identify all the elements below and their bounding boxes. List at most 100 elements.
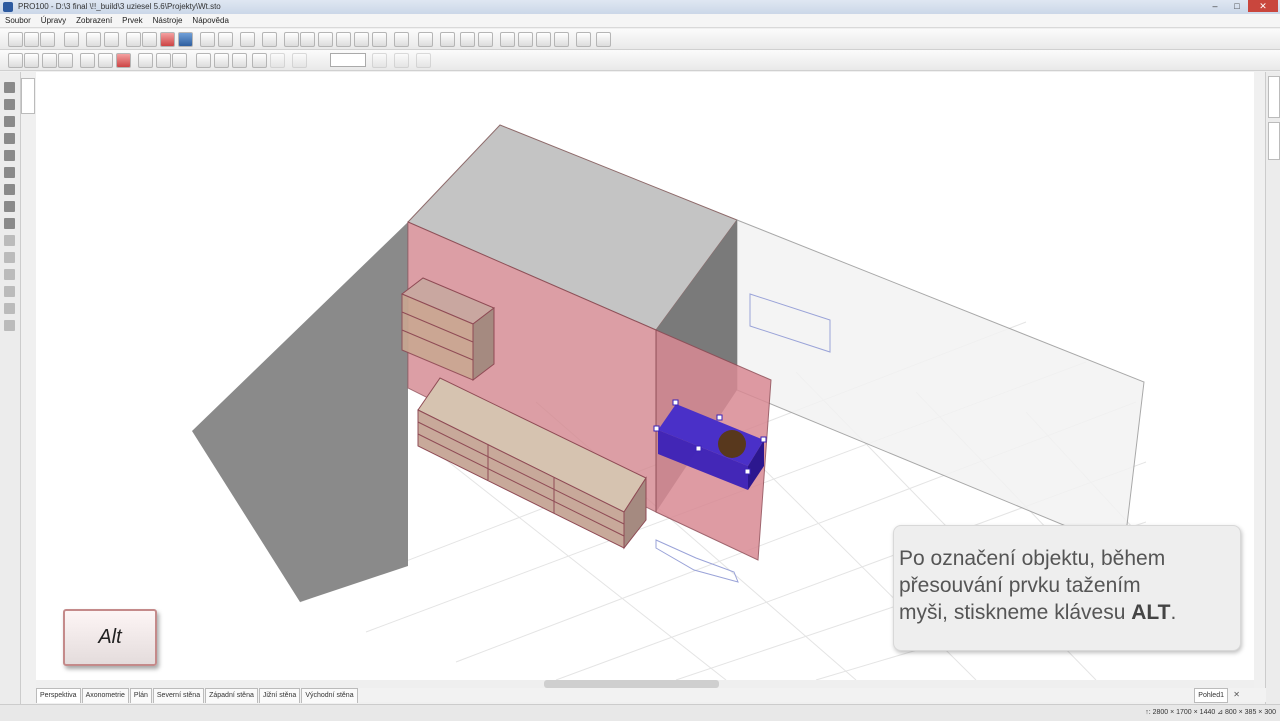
light-icon[interactable] [156, 53, 171, 68]
scroll-thumb[interactable] [544, 680, 719, 688]
camera-icon[interactable] [172, 53, 187, 68]
window-icon[interactable] [240, 32, 255, 47]
window-controls: – □ ✕ [1204, 0, 1278, 12]
library-tab[interactable] [1268, 76, 1280, 118]
door-icon[interactable] [4, 235, 15, 246]
left-wall[interactable] [192, 222, 408, 602]
view-left-icon[interactable] [24, 53, 39, 68]
tab-perspektiva[interactable]: Perspektiva [36, 688, 81, 703]
handle-icon[interactable] [4, 269, 15, 280]
pan-left-icon[interactable] [372, 53, 387, 68]
menu-prvek[interactable]: Prvek [117, 14, 147, 27]
delete-icon[interactable] [160, 32, 175, 47]
view-front-icon[interactable] [8, 53, 23, 68]
center-icon[interactable] [536, 32, 551, 47]
copy-icon[interactable] [126, 32, 141, 47]
zoom-out-icon[interactable] [270, 53, 285, 68]
rotate-icon[interactable] [418, 32, 433, 47]
globe-icon[interactable] [178, 32, 193, 47]
box-icon[interactable] [116, 53, 131, 68]
ungroup-icon[interactable] [336, 32, 351, 47]
snap-icon[interactable] [232, 53, 247, 68]
paste-icon[interactable] [142, 32, 157, 47]
layout-icon[interactable] [262, 32, 277, 47]
view-label[interactable]: Pohled1 [1194, 688, 1228, 703]
menu-soubor[interactable]: Soubor [0, 14, 36, 27]
zoom-select[interactable] [330, 53, 366, 67]
leg-icon[interactable] [4, 286, 15, 297]
cube-icon[interactable] [4, 303, 15, 314]
measure-tool-icon[interactable] [4, 167, 15, 178]
maximize-button[interactable]: □ [1226, 0, 1248, 12]
pencil-icon[interactable] [4, 133, 15, 144]
save-icon[interactable] [40, 32, 55, 47]
view-tabs: Perspektiva Axonometrie Plán Severní stě… [36, 688, 1266, 703]
view-3d-icon[interactable] [58, 53, 73, 68]
instruction-callout: Po označení objektu, během přesouvání pr… [893, 525, 1241, 651]
zoom-in-icon[interactable] [292, 53, 307, 68]
group-icon[interactable] [318, 32, 333, 47]
menu-zobrazeni[interactable]: Zobrazení [71, 14, 117, 27]
close-button[interactable]: ✕ [1248, 0, 1278, 12]
reset-icon[interactable] [518, 32, 533, 47]
callout-line-3: myši, stiskneme klávesu [899, 601, 1132, 624]
texture-icon[interactable] [138, 53, 153, 68]
pointer-icon[interactable] [4, 82, 15, 93]
open-icon[interactable] [24, 32, 39, 47]
right-panel-tabs [1265, 72, 1280, 712]
pricelist-tab[interactable] [1268, 122, 1280, 160]
tab-zapadni-stena[interactable]: Západní stěna [205, 688, 258, 703]
wire-icon[interactable] [98, 53, 113, 68]
print-preview-icon[interactable] [86, 32, 101, 47]
shade-icon[interactable] [80, 53, 95, 68]
horizontal-scrollbar[interactable] [36, 680, 1254, 688]
status-bar: ↑: 2800 × 1700 × 1440 ⊿ 800 × 385 × 300 [0, 704, 1280, 721]
sum-icon[interactable] [354, 32, 369, 47]
wall-icon[interactable] [4, 184, 15, 195]
cut-icon[interactable] [104, 32, 119, 47]
shelf-icon[interactable] [4, 218, 15, 229]
grid-toggle-icon[interactable] [196, 53, 211, 68]
select-icon[interactable] [440, 32, 455, 47]
settings-icon[interactable] [596, 32, 611, 47]
menu-upravy[interactable]: Úpravy [36, 14, 71, 27]
callout-line-1: Po označení objektu, během [899, 547, 1166, 570]
distribute-icon[interactable] [300, 32, 315, 47]
tab-jizni-stena[interactable]: Jižní stěna [258, 688, 301, 703]
alt-key-overlay: Alt [63, 609, 157, 666]
panel-icon[interactable] [4, 201, 15, 212]
menu-napoveda[interactable]: Nápověda [187, 14, 233, 27]
export-icon[interactable] [218, 32, 233, 47]
right-wall[interactable] [736, 219, 1145, 551]
new-icon[interactable] [8, 32, 23, 47]
edge-icon[interactable] [576, 32, 591, 47]
up-icon[interactable] [478, 32, 493, 47]
align-icon[interactable] [284, 32, 299, 47]
app-icon [3, 2, 13, 12]
tab-axonometrie[interactable]: Axonometrie [81, 688, 129, 703]
mirror-icon[interactable] [460, 32, 475, 47]
move-icon[interactable] [394, 32, 409, 47]
print-icon[interactable] [64, 32, 79, 47]
tab-severni-stena[interactable]: Severní stěna [152, 688, 205, 703]
drawer-icon[interactable] [4, 252, 15, 263]
view-top-icon[interactable] [42, 53, 57, 68]
minimize-button[interactable]: – [1204, 0, 1226, 12]
pan-up-icon[interactable] [416, 53, 431, 68]
tab-plan[interactable]: Plán [129, 688, 152, 703]
eraser-icon[interactable] [4, 150, 15, 161]
pan-right-icon[interactable] [394, 53, 409, 68]
measure-icon[interactable] [252, 53, 267, 68]
properties-tab[interactable] [21, 78, 35, 114]
select-object-icon[interactable] [4, 99, 15, 110]
grid-icon[interactable] [372, 32, 387, 47]
magnet-icon[interactable] [214, 53, 229, 68]
flip-icon[interactable] [554, 32, 569, 47]
close-view-icon[interactable]: ✕ [1233, 690, 1240, 699]
tab-vychodni-stena[interactable]: Východní stěna [301, 688, 358, 703]
render-icon[interactable] [200, 32, 215, 47]
menu-nastroje[interactable]: Nástroje [148, 14, 188, 27]
down-icon[interactable] [500, 32, 515, 47]
tool-icon[interactable] [4, 116, 15, 127]
box-tool-icon[interactable] [4, 320, 15, 331]
